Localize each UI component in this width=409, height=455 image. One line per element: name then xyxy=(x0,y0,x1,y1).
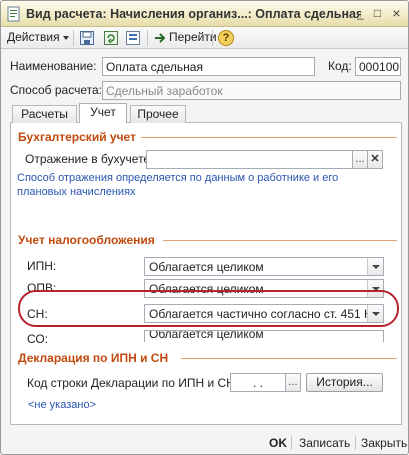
save-icon[interactable] xyxy=(79,30,95,46)
maximize-button[interactable]: □ xyxy=(370,6,385,21)
ok-button[interactable]: OK xyxy=(269,436,287,450)
title-bar[interactable]: Вид расчета: Начисления организ...: Опла… xyxy=(1,1,408,27)
actions-menu-label: Действия xyxy=(7,30,60,44)
accounting-section-title: Бухгалтерский учет xyxy=(18,130,136,144)
chevron-down-icon xyxy=(62,35,69,40)
highlight-outline xyxy=(18,290,399,327)
select-ellipsis-button[interactable]: ... xyxy=(352,150,368,169)
section-divider xyxy=(181,358,397,359)
select-ellipsis-button[interactable]: ... xyxy=(285,373,301,392)
section-divider xyxy=(163,240,397,241)
declaration-code-value: . . xyxy=(252,376,263,390)
minimize-button[interactable]: _ xyxy=(353,6,368,21)
declaration-code-label: Код строки Декларации по ИПН и СН: xyxy=(27,376,239,390)
document-structure-icon[interactable] xyxy=(125,30,141,46)
window-title: Вид расчета: Начисления организ...: Опла… xyxy=(26,7,361,21)
close-button[interactable]: × xyxy=(389,6,404,21)
ipn-label: ИПН: xyxy=(27,259,57,273)
so-label: СО: xyxy=(27,332,49,346)
refresh-icon[interactable] xyxy=(103,30,119,46)
reflection-field[interactable] xyxy=(146,150,353,169)
goto-arrow-icon xyxy=(155,33,166,43)
taxation-section-title: Учет налогообложения xyxy=(18,233,155,247)
clear-icon[interactable]: ✕ xyxy=(367,150,383,169)
actions-menu-button[interactable]: Действия xyxy=(7,28,69,48)
save-button[interactable]: Записать xyxy=(299,436,350,450)
history-button[interactable]: История... xyxy=(306,373,383,392)
footer-divider xyxy=(291,436,292,450)
name-field[interactable]: Оплата сдельная xyxy=(102,57,315,76)
calc-method-value: Сдельный заработок xyxy=(106,84,223,98)
tab-calculations[interactable]: Расчеты xyxy=(12,105,77,123)
not-specified-link[interactable]: <не указано> xyxy=(28,399,96,411)
tab-other[interactable]: Прочее xyxy=(130,105,186,123)
code-field[interactable]: 000100 xyxy=(355,57,401,76)
close-dialog-button[interactable]: Закрыть xyxy=(361,436,407,450)
name-label: Наименование: xyxy=(10,59,97,73)
so-select[interactable]: Облагается целиком xyxy=(144,330,384,342)
goto-menu-label: Перейти xyxy=(169,30,217,44)
footer-divider xyxy=(355,436,356,450)
document-icon xyxy=(7,6,20,22)
chevron-down-icon[interactable] xyxy=(367,258,383,275)
calc-method-field[interactable]: Сдельный заработок xyxy=(102,81,401,100)
section-divider xyxy=(141,137,397,138)
help-icon[interactable]: ? xyxy=(218,30,234,46)
code-label: Код: xyxy=(328,59,352,73)
declaration-code-field[interactable]: . . xyxy=(230,373,286,392)
ipn-select[interactable]: Облагается целиком xyxy=(144,257,384,276)
toolbar-divider xyxy=(73,30,74,46)
reflection-hint: Способ отражения определяется по данным … xyxy=(17,172,339,198)
reflection-label: Отражение в бухучете: xyxy=(25,152,154,166)
toolbar: Действия Перейти ? xyxy=(1,27,408,49)
declaration-section-title: Декларация по ИПН и СН xyxy=(18,351,169,365)
so-value: Облагается целиком xyxy=(149,330,264,341)
calc-method-label: Способ расчета: xyxy=(10,83,102,97)
toolbar-divider xyxy=(147,30,148,46)
toolbar-divider xyxy=(212,30,213,46)
tab-accounting[interactable]: Учет xyxy=(79,103,127,124)
ipn-value: Облагается целиком xyxy=(149,260,264,274)
dialog-window: Вид расчета: Начисления организ...: Опла… xyxy=(0,0,409,455)
